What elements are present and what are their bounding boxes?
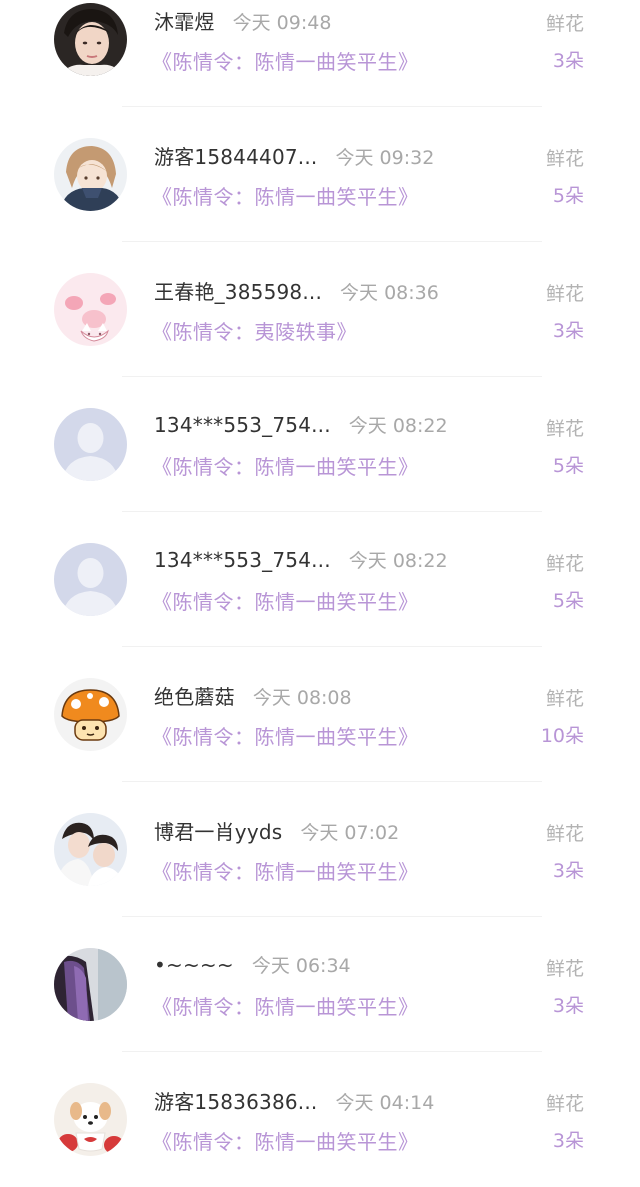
default-user-avatar <box>54 543 127 616</box>
avatar[interactable] <box>54 273 127 346</box>
timestamp: 今天 08:08 <box>252 687 352 709</box>
gift-record-list: 沐霏煜 今天 09:48 《陈情令：陈情一曲笑平生》 鲜花 3朵 游客15844… <box>0 0 640 1187</box>
photo-young-man-avatar <box>54 3 127 76</box>
gift-type-label: 鲜花 <box>545 148 584 170</box>
illustrated-girl-avatar <box>54 138 127 211</box>
book-title[interactable]: 《陈情令：陈情一曲笑平生》 <box>152 721 419 750</box>
timestamp: 今天 04:14 <box>335 1092 435 1114</box>
gift-record-row[interactable]: 博君一肖yyds 今天 07:02 《陈情令：陈情一曲笑平生》 鲜花 3朵 <box>0 782 640 917</box>
avatar[interactable] <box>54 1083 127 1156</box>
timestamp: 今天 08:36 <box>340 282 439 304</box>
gift-type-label: 鲜花 <box>545 958 584 980</box>
timestamp: 今天 07:02 <box>300 822 400 844</box>
user-name[interactable]: 沐霏煜 <box>154 6 215 35</box>
gift-type-label: 鲜花 <box>545 1093 584 1115</box>
gift-type-label: 鲜花 <box>545 283 584 305</box>
book-title[interactable]: 《陈情令：陈情一曲笑平生》 <box>152 181 419 210</box>
user-name[interactable]: 134***553_754... <box>154 413 331 437</box>
gift-record-row[interactable]: 游客15836386... 今天 04:14 《陈情令：陈情一曲笑平生》 鲜花 … <box>0 1052 640 1187</box>
user-name[interactable]: •~~~~ <box>154 953 234 977</box>
gift-record-row[interactable]: 王春艳_385598... 今天 08:36 《陈情令：夷陵轶事》 鲜花 3朵 <box>0 242 640 377</box>
timestamp: 今天 08:22 <box>348 415 448 437</box>
gift-count: 3朵 <box>552 860 584 882</box>
gift-count: 10朵 <box>540 725 584 747</box>
pink-cat-avatar <box>54 273 127 346</box>
gift-type-label: 鲜花 <box>545 418 584 440</box>
book-title[interactable]: 《陈情令：陈情一曲笑平生》 <box>152 46 419 75</box>
gift-record-row[interactable]: 游客15844407... 今天 09:32 《陈情令：陈情一曲笑平生》 鲜花 … <box>0 107 640 242</box>
gift-type-label: 鲜花 <box>545 13 584 35</box>
gift-record-row[interactable]: 沐霏煜 今天 09:48 《陈情令：陈情一曲笑平生》 鲜花 3朵 <box>0 0 640 107</box>
avatar[interactable] <box>54 138 127 211</box>
avatar[interactable] <box>54 543 127 616</box>
avatar[interactable] <box>54 813 127 886</box>
timestamp: 今天 09:32 <box>335 147 435 169</box>
avatar[interactable] <box>54 948 127 1021</box>
puppy-avatar <box>54 1083 127 1156</box>
user-name[interactable]: 绝色蘑菇 <box>154 681 235 710</box>
gift-record-row[interactable]: 134***553_754... 今天 08:22 《陈情令：陈情一曲笑平生》 … <box>0 377 640 512</box>
gift-count: 3朵 <box>552 320 584 342</box>
user-name[interactable]: 游客15844407... <box>154 141 317 170</box>
default-user-avatar <box>54 408 127 481</box>
user-name[interactable]: 134***553_754... <box>154 548 331 572</box>
gift-count: 5朵 <box>552 455 584 477</box>
book-title[interactable]: 《陈情令：陈情一曲笑平生》 <box>152 586 419 615</box>
two-men-photo-avatar <box>54 813 127 886</box>
purple-hair-avatar <box>54 948 127 1021</box>
book-title[interactable]: 《陈情令：夷陵轶事》 <box>152 316 357 345</box>
gift-type-label: 鲜花 <box>545 823 584 845</box>
timestamp: 今天 06:34 <box>251 955 351 977</box>
user-name[interactable]: 王春艳_385598... <box>154 276 322 305</box>
user-name[interactable]: 游客15836386... <box>154 1086 317 1115</box>
avatar[interactable] <box>54 678 127 751</box>
avatar[interactable] <box>54 408 127 481</box>
timestamp: 今天 08:22 <box>348 550 448 572</box>
gift-count: 3朵 <box>552 1130 584 1152</box>
gift-count: 5朵 <box>552 185 584 207</box>
gift-type-label: 鲜花 <box>545 688 584 710</box>
gift-count: 3朵 <box>552 995 584 1017</box>
gift-count: 5朵 <box>552 590 584 612</box>
gift-record-row[interactable]: 134***553_754... 今天 08:22 《陈情令：陈情一曲笑平生》 … <box>0 512 640 647</box>
timestamp: 今天 09:48 <box>232 12 332 34</box>
mushroom-avatar <box>54 678 127 751</box>
gift-record-row[interactable]: 绝色蘑菇 今天 08:08 《陈情令：陈情一曲笑平生》 鲜花 10朵 <box>0 647 640 782</box>
avatar[interactable] <box>54 3 127 76</box>
user-name[interactable]: 博君一肖yyds <box>154 816 282 845</box>
book-title[interactable]: 《陈情令：陈情一曲笑平生》 <box>152 991 419 1020</box>
book-title[interactable]: 《陈情令：陈情一曲笑平生》 <box>152 451 419 480</box>
gift-count: 3朵 <box>552 50 584 72</box>
book-title[interactable]: 《陈情令：陈情一曲笑平生》 <box>152 856 419 885</box>
gift-record-row[interactable]: •~~~~ 今天 06:34 《陈情令：陈情一曲笑平生》 鲜花 3朵 <box>0 917 640 1052</box>
book-title[interactable]: 《陈情令：陈情一曲笑平生》 <box>152 1126 419 1155</box>
gift-type-label: 鲜花 <box>545 553 584 575</box>
